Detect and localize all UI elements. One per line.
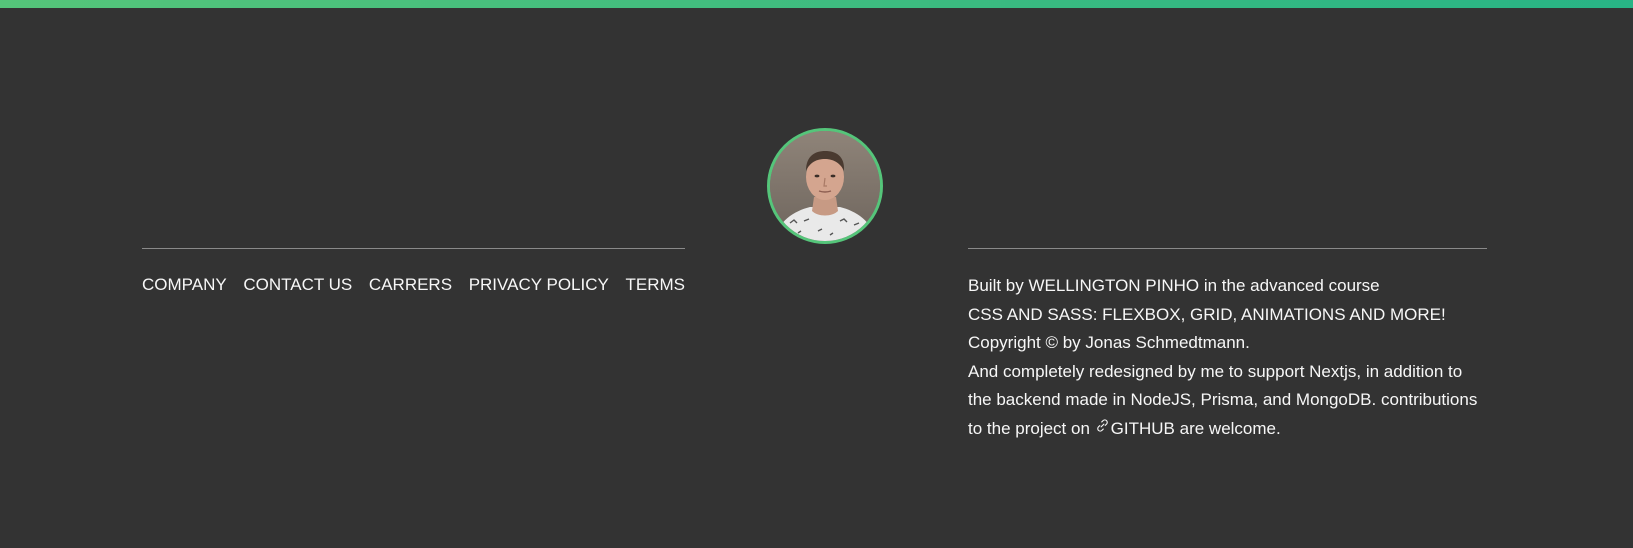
- footer-link-carrers[interactable]: CARRERS: [369, 275, 452, 295]
- github-link[interactable]: GITHUB: [1095, 419, 1175, 438]
- github-link-label: GITHUB: [1110, 418, 1175, 438]
- avatar: [767, 128, 883, 244]
- footer-link-contact-us[interactable]: CONTACT US: [243, 275, 352, 295]
- footer-nav: COMPANY CONTACT US CARRERS PRIVACY POLIC…: [142, 275, 685, 295]
- copyright-line-owner: Copyright © by Jonas Schmedtmann.: [968, 333, 1250, 353]
- copyright-line-course: CSS AND SASS: FLEXBOX, GRID, ANIMATIONS …: [968, 304, 1446, 324]
- copyright-text: Built by WELLINGTON PINHO in the advance…: [968, 249, 1487, 444]
- footer-copyright-column: Built by WELLINGTON PINHO in the advance…: [968, 248, 1487, 444]
- link-icon: [1096, 419, 1108, 432]
- footer-link-terms[interactable]: TERMS: [625, 275, 685, 295]
- copyright-line-welcome: are welcome.: [1179, 418, 1281, 438]
- avatar-photo: [770, 131, 880, 241]
- top-accent-bar: [0, 0, 1633, 8]
- footer-navigation-column: COMPANY CONTACT US CARRERS PRIVACY POLIC…: [142, 248, 685, 295]
- copyright-line-built-by: Built by WELLINGTON PINHO in the advance…: [968, 276, 1380, 295]
- footer-link-privacy-policy[interactable]: PRIVACY POLICY: [469, 275, 609, 295]
- footer-link-company[interactable]: COMPANY: [142, 275, 227, 295]
